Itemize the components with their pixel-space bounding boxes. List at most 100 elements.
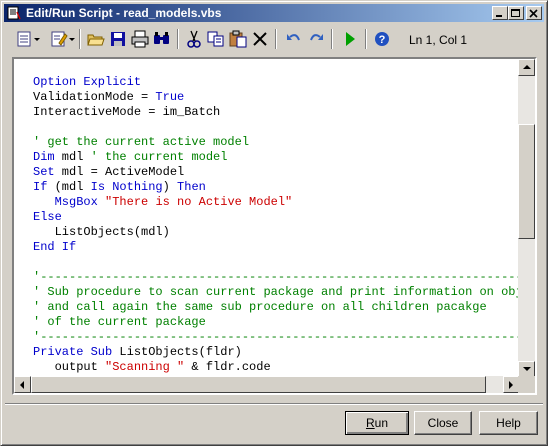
- horizontal-scrollbar[interactable]: [14, 376, 520, 393]
- scrollbar-corner: [518, 376, 535, 393]
- code-line: MsgBox "There is no Active Model": [33, 195, 520, 210]
- redo-button[interactable]: [305, 28, 327, 50]
- code-token: If: [33, 180, 48, 194]
- code-token: & fldr.code: [184, 360, 271, 374]
- save-button[interactable]: [107, 28, 129, 50]
- vertical-scrollbar[interactable]: [518, 59, 535, 378]
- code-line: Else: [33, 210, 520, 225]
- svg-text:?: ?: [379, 34, 386, 46]
- code-token: Set: [33, 165, 55, 179]
- left-arrow-icon: [20, 381, 24, 389]
- code-token: ListObjects(mdl): [33, 225, 170, 239]
- code-token: ListObjects(fldr): [112, 345, 242, 359]
- code-token: MsgBox: [54, 195, 98, 209]
- find-button[interactable]: [151, 28, 173, 50]
- paste-button[interactable]: [227, 28, 249, 50]
- toolbar-separator: [177, 29, 179, 49]
- vertical-scroll-thumb[interactable]: [518, 124, 535, 239]
- code-line: '---------------------------------------…: [33, 270, 520, 285]
- code-token: Then: [177, 180, 206, 194]
- code-token: End If: [33, 240, 77, 254]
- help-button[interactable]: ?: [371, 28, 393, 50]
- code-token: Option Explicit: [33, 75, 142, 89]
- code-line: ' get the current active model: [33, 135, 520, 150]
- save-icon: [111, 32, 125, 46]
- code-token: Private Sub: [33, 345, 113, 359]
- code-token: '---------------------------------------…: [33, 330, 520, 344]
- code-token: True: [155, 90, 185, 104]
- open-folder-icon: [87, 34, 105, 46]
- horizontal-scroll-thumb[interactable]: [31, 376, 486, 393]
- run-icon: [346, 32, 355, 46]
- code-line: ​: [33, 120, 520, 135]
- help-icon: ?: [375, 32, 389, 46]
- window-title: Edit/Run Script - read_models.vbs: [26, 6, 222, 20]
- run-script-button[interactable]: Run: [345, 411, 409, 435]
- toolbar-separator: [275, 29, 277, 49]
- minimize-icon: [496, 15, 502, 17]
- code-token: ' Sub procedure to scan current package …: [33, 285, 520, 299]
- code-line: Set mdl = ActiveModel: [33, 165, 520, 180]
- code-text-area[interactable]: Option Explicit ValidationMode = True Inte…: [14, 59, 520, 378]
- code-editor[interactable]: Option Explicit ValidationMode = True Inte…: [12, 57, 537, 395]
- code-token: Is Nothing: [90, 180, 163, 194]
- close-window-button[interactable]: [526, 6, 542, 20]
- cut-button[interactable]: [183, 28, 205, 50]
- paste-icon: [229, 30, 247, 48]
- copy-button[interactable]: [205, 28, 227, 50]
- undo-button[interactable]: [283, 28, 305, 50]
- code-line: End If: [33, 240, 520, 255]
- undo-icon: [287, 34, 300, 41]
- footer-divider: [5, 403, 543, 405]
- redo-icon: [310, 34, 323, 41]
- code-line: Dim mdl ' the current model: [33, 150, 520, 165]
- maximize-icon: [511, 9, 520, 17]
- code-token: Else: [33, 210, 62, 224]
- up-arrow-icon: [523, 65, 531, 69]
- code-token: ValidationMode =: [33, 90, 156, 104]
- toolbar-separator: [331, 29, 333, 49]
- script-app-icon: [7, 6, 21, 20]
- scroll-up-button[interactable]: [518, 59, 535, 76]
- edit-menu-button[interactable]: [15, 28, 43, 50]
- code-token: ' get the current active model: [33, 135, 250, 149]
- title-bar[interactable]: Edit/Run Script - read_models.vbs: [4, 4, 544, 22]
- run-button[interactable]: [339, 28, 361, 50]
- edit-menu-icon: [17, 31, 40, 47]
- run-label-rest: un: [374, 416, 389, 430]
- delete-icon: [253, 32, 267, 46]
- maximize-button[interactable]: [508, 6, 524, 20]
- minimize-button[interactable]: [492, 6, 508, 20]
- delete-button[interactable]: [249, 28, 271, 50]
- code-line: ListObjects(mdl): [33, 225, 520, 240]
- code-line: ' Sub procedure to scan current package …: [33, 285, 520, 300]
- close-icon: [529, 9, 538, 18]
- code-line: If (mdl Is Nothing) Then: [33, 180, 520, 195]
- find-icon: [154, 32, 169, 44]
- toolbar: ? Ln 1, Col 1: [5, 26, 541, 54]
- code-line: output "Scanning " & fldr.code: [33, 360, 520, 375]
- code-line: Option Explicit: [33, 75, 520, 90]
- code-line: '---------------------------------------…: [33, 330, 520, 345]
- print-button[interactable]: [129, 28, 151, 50]
- scroll-left-button[interactable]: [14, 376, 31, 393]
- code-token: ' of the current package: [33, 315, 206, 329]
- toolbar-separator: [365, 29, 367, 49]
- toolbar-separator: [79, 29, 81, 49]
- help-dialog-button[interactable]: Help: [479, 411, 538, 435]
- code-line: Private Sub ListObjects(fldr): [33, 345, 520, 360]
- close-button[interactable]: Close: [414, 411, 472, 435]
- code-token: Dim: [33, 150, 55, 164]
- script-code[interactable]: Option Explicit ValidationMode = True Inte…: [33, 75, 520, 375]
- code-token: '---------------------------------------…: [33, 270, 520, 284]
- code-token: InteractiveMode = im_Batch: [33, 105, 221, 119]
- properties-button[interactable]: [49, 28, 77, 50]
- code-token: ' and call again the same sub procedure …: [33, 300, 487, 314]
- code-line: InteractiveMode = im_Batch: [33, 105, 520, 120]
- open-button[interactable]: [85, 28, 107, 50]
- cursor-position: Ln 1, Col 1: [409, 33, 468, 47]
- right-arrow-icon: [509, 381, 513, 389]
- code-token: ): [162, 180, 178, 194]
